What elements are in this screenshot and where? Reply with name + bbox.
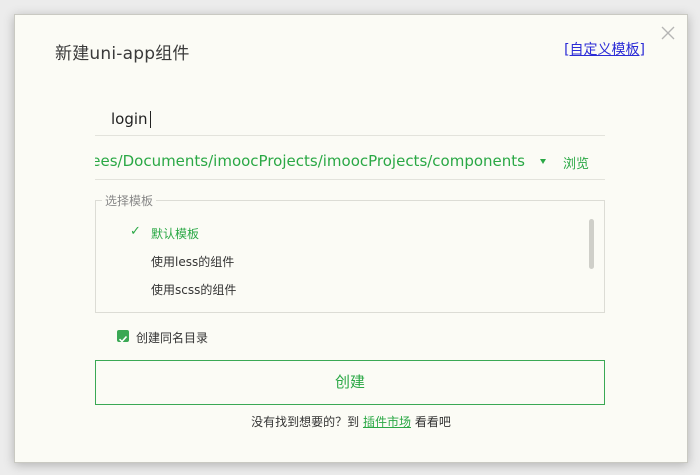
location-row: /Users/hovees/Documents/imoocProjects/im… bbox=[95, 145, 605, 180]
template-item-less[interactable]: 使用less的组件 bbox=[151, 253, 234, 270]
component-name-input[interactable] bbox=[111, 107, 581, 131]
template-item-scss[interactable]: 使用scss的组件 bbox=[151, 281, 236, 298]
template-group: 选择模板 ✓ 默认模板 使用less的组件 使用scss的组件 bbox=[95, 192, 605, 313]
create-button[interactable]: 创建 bbox=[95, 360, 605, 405]
check-icon: ✓ bbox=[130, 224, 141, 239]
chevron-down-icon[interactable] bbox=[540, 159, 546, 164]
new-component-dialog: 新建uni-app组件 [自定义模板] /Users/hovees/Docume… bbox=[14, 14, 688, 463]
template-item-label: 使用less的组件 bbox=[151, 255, 235, 269]
template-list-scrollbar[interactable] bbox=[589, 219, 594, 269]
browse-button[interactable]: 浏览 bbox=[563, 153, 589, 172]
footer-suffix: 看看吧 bbox=[414, 415, 451, 429]
location-path-text: /Users/hovees/Documents/imoocProjects/im… bbox=[95, 152, 525, 170]
template-item-label: 使用scss的组件 bbox=[151, 283, 237, 297]
custom-template-link[interactable]: [自定义模板] bbox=[564, 39, 645, 59]
footer-prefix: 没有找到想要的？到 bbox=[251, 415, 360, 429]
component-name-row bbox=[95, 103, 605, 136]
create-same-name-dir-label[interactable]: 创建同名目录 bbox=[136, 329, 208, 346]
template-group-legend: 选择模板 bbox=[102, 192, 157, 209]
close-icon[interactable] bbox=[661, 25, 675, 40]
template-item-label: 默认模板 bbox=[151, 227, 200, 241]
plugin-market-link[interactable]: 插件市场 bbox=[363, 415, 411, 429]
dialog-title: 新建uni-app组件 bbox=[55, 44, 190, 64]
text-caret bbox=[150, 111, 151, 128]
footer-hint: 没有找到想要的？到 插件市场 看看吧 bbox=[15, 413, 687, 430]
template-item-default[interactable]: ✓ 默认模板 bbox=[130, 224, 200, 242]
custom-template-label[interactable]: 自定义模板 bbox=[570, 42, 640, 58]
location-path[interactable]: /Users/hovees/Documents/imoocProjects/im… bbox=[95, 152, 525, 170]
create-same-name-dir-checkbox[interactable] bbox=[117, 330, 129, 343]
bracket-close: ] bbox=[639, 42, 645, 58]
